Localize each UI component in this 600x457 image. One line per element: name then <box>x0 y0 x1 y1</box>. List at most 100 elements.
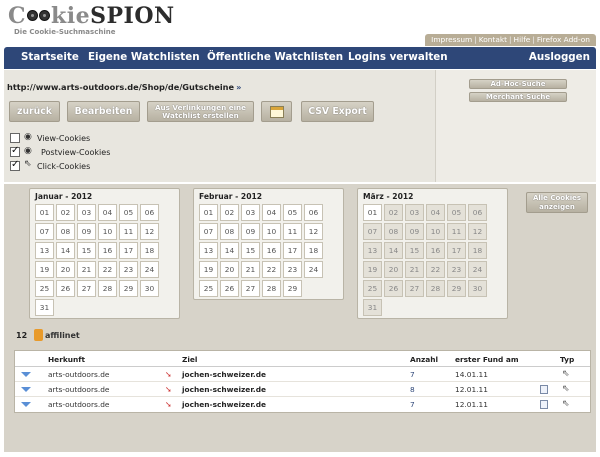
calendar-day[interactable]: 27 <box>77 280 96 297</box>
calendar-day[interactable]: 01 <box>35 204 54 221</box>
calendar-day[interactable]: 15 <box>405 242 424 259</box>
calendar-day[interactable]: 12 <box>468 223 487 240</box>
calendar-day[interactable]: 16 <box>426 242 445 259</box>
calendar-day[interactable]: 19 <box>199 261 218 278</box>
calendar-day[interactable]: 26 <box>384 280 403 297</box>
calendar-day[interactable]: 27 <box>241 280 260 297</box>
cell-count[interactable]: 7 <box>410 370 415 379</box>
click-cookies-checkbox[interactable] <box>10 159 20 171</box>
calendar-day[interactable]: 05 <box>447 204 466 221</box>
cell-count[interactable]: 8 <box>410 385 415 394</box>
calendar-day[interactable]: 01 <box>199 204 218 221</box>
calendar-day[interactable]: 26 <box>220 280 239 297</box>
calendar-day[interactable]: 28 <box>262 280 281 297</box>
nav-ausloggen[interactable]: Ausloggen <box>529 51 590 63</box>
calendar-day[interactable]: 22 <box>262 261 281 278</box>
view-cookies-checkbox[interactable] <box>10 133 20 143</box>
csv-export-button[interactable]: CSV Export <box>301 101 374 122</box>
calendar-day[interactable]: 23 <box>283 261 302 278</box>
calendar-day[interactable]: 03 <box>241 204 260 221</box>
calendar-day[interactable]: 08 <box>384 223 403 240</box>
header-ziel[interactable]: Ziel <box>182 355 197 364</box>
expand-icon[interactable] <box>21 387 31 392</box>
document-icon[interactable] <box>540 400 548 409</box>
calendar-day[interactable]: 19 <box>363 261 382 278</box>
nav-logins-verwalten[interactable]: Logins verwalten <box>348 51 448 63</box>
calendar-day[interactable]: 13 <box>35 242 54 259</box>
postview-cookies-checkbox[interactable] <box>10 145 20 157</box>
calendar-day[interactable]: 07 <box>35 223 54 240</box>
calendar-day[interactable]: 24 <box>304 261 323 278</box>
calendar-day[interactable]: 29 <box>447 280 466 297</box>
calendar-day[interactable]: 31 <box>35 299 54 316</box>
calendar-day[interactable]: 30 <box>468 280 487 297</box>
calendar-day[interactable]: 25 <box>35 280 54 297</box>
expand-icon[interactable] <box>21 372 31 377</box>
calendar-day[interactable]: 02 <box>56 204 75 221</box>
calendar-day[interactable]: 11 <box>447 223 466 240</box>
calendar-day[interactable]: 14 <box>56 242 75 259</box>
calendar-day[interactable]: 14 <box>384 242 403 259</box>
calendar-day[interactable]: 16 <box>98 242 117 259</box>
create-watchlist-button[interactable]: Aus Verlinkungen eine Watchlist erstelle… <box>147 101 254 122</box>
calendar-day[interactable]: 27 <box>405 280 424 297</box>
calendar-day[interactable]: 15 <box>241 242 260 259</box>
url-arrow-icon[interactable]: » <box>236 82 241 92</box>
cell-count[interactable]: 7 <box>410 400 415 409</box>
calendar-day[interactable]: 17 <box>283 242 302 259</box>
calendar-day[interactable]: 21 <box>241 261 260 278</box>
calendar-day[interactable]: 06 <box>304 204 323 221</box>
calendar-day[interactable]: 25 <box>199 280 218 297</box>
calendar-day[interactable]: 15 <box>77 242 96 259</box>
calendar-day[interactable]: 29 <box>283 280 302 297</box>
document-icon[interactable] <box>540 385 548 394</box>
calendar-day[interactable]: 25 <box>363 280 382 297</box>
calendar-day[interactable]: 06 <box>140 204 159 221</box>
calendar-day[interactable]: 07 <box>363 223 382 240</box>
table-row[interactable]: arts-outdoors.de ➘ jochen-schweizer.de 7 12.… <box>15 397 590 412</box>
calendar-day[interactable]: 31 <box>363 299 382 316</box>
calendar-day[interactable]: 20 <box>220 261 239 278</box>
table-row[interactable]: arts-outdoors.de ➘ jochen-schweizer.de 8 12.… <box>15 382 590 397</box>
merchant-search-button[interactable]: Merchant-Suche <box>469 92 567 102</box>
calendar-day[interactable]: 10 <box>98 223 117 240</box>
header-herkunft[interactable]: Herkunft <box>48 355 85 364</box>
calendar-day[interactable]: 18 <box>140 242 159 259</box>
nav-startseite[interactable]: Startseite <box>21 51 79 63</box>
link-hilfe[interactable]: Hilfe <box>514 35 531 44</box>
calendar-day[interactable]: 06 <box>468 204 487 221</box>
calendar-day[interactable]: 11 <box>283 223 302 240</box>
calendar-day[interactable]: 26 <box>56 280 75 297</box>
calendar-day[interactable]: 23 <box>119 261 138 278</box>
link-firefox-addon[interactable]: Firefox Add-on <box>537 35 590 44</box>
adhoc-search-button[interactable]: Ad-Hoc-Suche <box>469 79 567 89</box>
calendar-day[interactable]: 07 <box>199 223 218 240</box>
calendar-day[interactable]: 16 <box>262 242 281 259</box>
calendar-day[interactable]: 09 <box>241 223 260 240</box>
table-row[interactable]: arts-outdoors.de ➘ jochen-schweizer.de 7 14.… <box>15 367 590 382</box>
calendar-day[interactable]: 22 <box>426 261 445 278</box>
logo[interactable]: CkieSPION Die Cookie-Suchmaschine <box>8 4 175 42</box>
calendar-day[interactable]: 17 <box>119 242 138 259</box>
calendar-day[interactable]: 14 <box>220 242 239 259</box>
header-typ[interactable]: Typ <box>560 355 574 364</box>
link-kontakt[interactable]: Kontakt <box>479 35 507 44</box>
calendar-day[interactable]: 20 <box>56 261 75 278</box>
calendar-day[interactable]: 19 <box>35 261 54 278</box>
calendar-day[interactable]: 28 <box>98 280 117 297</box>
nav-eigene-watchlisten[interactable]: Eigene Watchlisten <box>88 51 200 63</box>
nav-oeffentliche-watchlisten[interactable]: Öffentliche Watchlisten <box>207 51 343 63</box>
link-impressum[interactable]: Impressum <box>431 35 472 44</box>
calendar-day[interactable]: 04 <box>426 204 445 221</box>
calendar-day[interactable]: 21 <box>77 261 96 278</box>
calendar-day[interactable]: 03 <box>77 204 96 221</box>
calendar-button[interactable] <box>261 101 292 122</box>
calendar-day[interactable]: 09 <box>405 223 424 240</box>
header-erster-fund[interactable]: erster Fund am <box>455 355 519 364</box>
calendar-day[interactable]: 04 <box>262 204 281 221</box>
calendar-day[interactable]: 24 <box>468 261 487 278</box>
calendar-day[interactable]: 24 <box>140 261 159 278</box>
expand-icon[interactable] <box>21 402 31 407</box>
calendar-day[interactable]: 20 <box>384 261 403 278</box>
calendar-day[interactable]: 03 <box>405 204 424 221</box>
